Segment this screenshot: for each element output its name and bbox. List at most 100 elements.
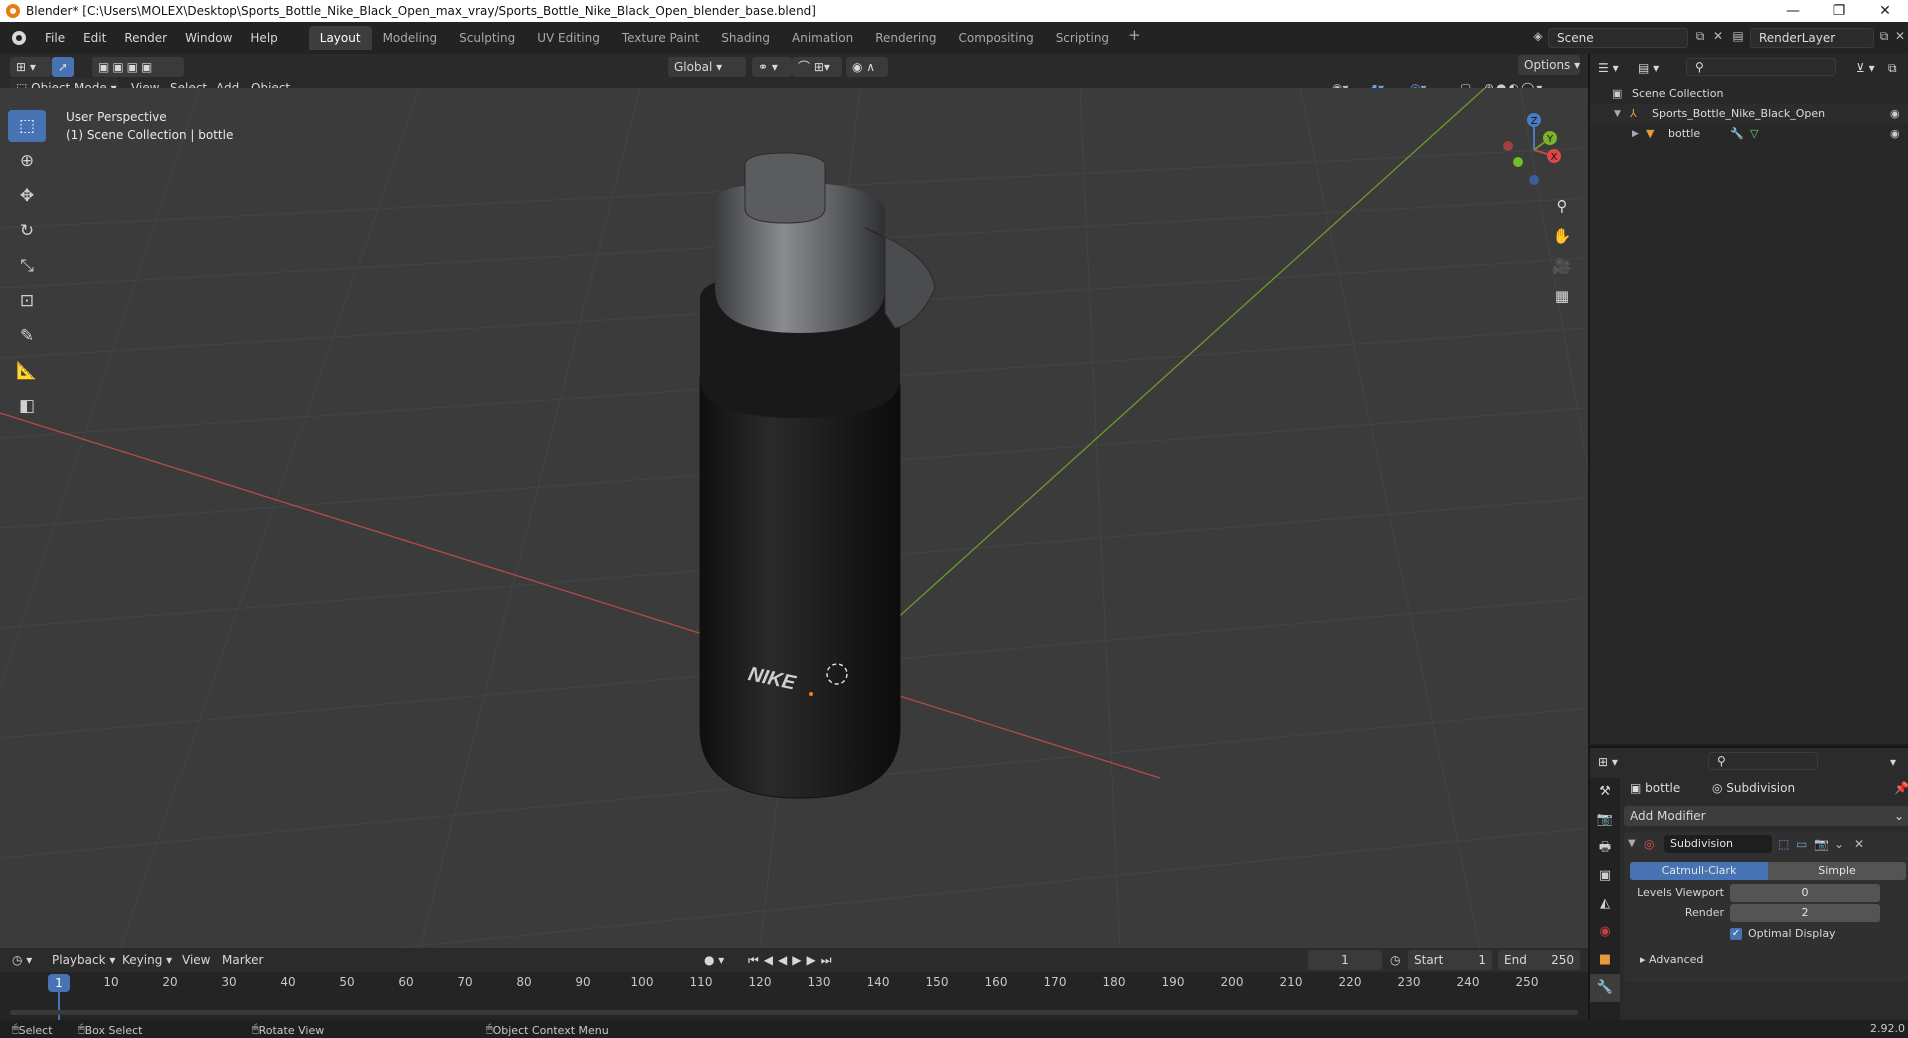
options-dropdown[interactable]: Options ▾	[1518, 55, 1580, 75]
modifier-menu-icon[interactable]: ⌄	[1834, 834, 1844, 854]
transform-orientation-dropdown[interactable]: Global ▾	[668, 57, 746, 77]
restore-button[interactable]: ❐	[1816, 3, 1862, 19]
editor-type-icon[interactable]: ⊞ ▾	[10, 57, 52, 77]
playhead-line[interactable]	[58, 992, 60, 1020]
visibility-eye-icon[interactable]: ◉	[1890, 124, 1900, 144]
outliner-object-row[interactable]: ▶ ▼ bottle 🔧 ▽ ◉	[1590, 124, 1908, 144]
properties-options-icon[interactable]: ▾	[1890, 752, 1896, 772]
menu-file[interactable]: File	[36, 27, 74, 49]
delete-scene-icon[interactable]: ✕	[1710, 28, 1726, 44]
add-workspace-button[interactable]: +	[1120, 26, 1149, 50]
select-box-tool-icon[interactable]: ⬚	[8, 110, 46, 142]
tab-scripting[interactable]: Scripting	[1045, 26, 1120, 50]
outliner-collection-row[interactable]: ▼ ⅄ Sports_Bottle_Nike_Black_Open ◉	[1590, 104, 1908, 124]
new-collection-icon[interactable]: ⧉	[1888, 58, 1897, 78]
navigation-gizmo[interactable]: Z X Y	[1496, 110, 1566, 186]
advanced-subpanel[interactable]: ▸ Advanced	[1640, 950, 1703, 970]
object-tab-icon[interactable]: ■	[1590, 946, 1620, 974]
menu-help[interactable]: Help	[241, 27, 286, 49]
marker-menu[interactable]: Marker	[222, 950, 263, 970]
tab-uv-editing[interactable]: UV Editing	[526, 26, 611, 50]
tab-sculpting[interactable]: Sculpting	[448, 26, 526, 50]
camera-view-icon[interactable]: 🎥	[1548, 252, 1576, 280]
selection-mode-buttons[interactable]: ▣▣▣▣	[92, 57, 184, 77]
view-layer-tab-icon[interactable]: ▣	[1590, 862, 1620, 890]
tool-tab-icon[interactable]: ⚒	[1590, 778, 1620, 806]
outliner-scene-collection[interactable]: ▣ Scene Collection	[1590, 84, 1908, 104]
playback-menu[interactable]: Playback ▾	[52, 950, 115, 970]
minimize-button[interactable]: —	[1770, 3, 1816, 19]
menu-window[interactable]: Window	[176, 27, 241, 49]
tab-animation[interactable]: Animation	[781, 26, 864, 50]
add-modifier-dropdown[interactable]: Add Modifier ⌄	[1624, 806, 1908, 826]
levels-viewport-field[interactable]: 0	[1730, 884, 1880, 902]
move-tool-icon[interactable]: ✥	[8, 180, 46, 212]
panel-collapse-icon[interactable]: ▼	[1628, 834, 1636, 854]
scale-tool-icon[interactable]: ⤡	[8, 250, 46, 282]
blender-menu-icon[interactable]	[12, 31, 26, 45]
timeline-scrollbar[interactable]	[10, 1010, 1578, 1015]
render-tab-icon[interactable]: 📷	[1590, 806, 1620, 834]
render-levels-field[interactable]: 2	[1730, 904, 1880, 922]
snap-icon[interactable]: ⌒ ⊞▾	[792, 57, 842, 77]
delete-render-layer-icon[interactable]: ✕	[1892, 28, 1908, 44]
tab-rendering[interactable]: Rendering	[864, 26, 947, 50]
cursor-tool-icon[interactable]: ⊕	[8, 145, 46, 177]
edit-mode-toggle-icon[interactable]: ⬚	[1778, 834, 1789, 854]
rotate-tool-icon[interactable]: ↻	[8, 215, 46, 247]
annotate-tool-icon[interactable]: ✎	[8, 320, 46, 352]
render-toggle-icon[interactable]: 📷	[1814, 834, 1829, 854]
scene-tab-icon[interactable]: ◭	[1590, 890, 1620, 918]
zoom-view-icon[interactable]: ⚲	[1548, 192, 1576, 220]
add-cube-tool-icon[interactable]: ◧	[8, 390, 46, 422]
new-render-layer-icon[interactable]: ⧉	[1876, 28, 1892, 44]
timeline-editor-type-icon[interactable]: ◷ ▾	[12, 950, 32, 970]
new-scene-icon[interactable]: ⧉	[1692, 28, 1708, 44]
remove-modifier-icon[interactable]: ✕	[1854, 834, 1864, 854]
tab-layout[interactable]: Layout	[308, 26, 372, 50]
playback-controls[interactable]: ⏮◀◀▶▶⏭	[748, 950, 837, 970]
catmull-clark-option[interactable]: Catmull-Clark	[1630, 862, 1768, 880]
pivot-point-icon[interactable]: ⚭ ▾	[752, 57, 792, 77]
keying-menu[interactable]: Keying ▾	[122, 950, 172, 970]
menu-render[interactable]: Render	[115, 27, 176, 49]
tab-shading[interactable]: Shading	[710, 26, 781, 50]
pin-icon[interactable]: 📌	[1894, 778, 1908, 798]
scene-selector[interactable]: Scene	[1548, 28, 1688, 48]
modifier-wrench-icon[interactable]: 🔧	[1730, 124, 1744, 144]
output-tab-icon[interactable]: 🖶	[1590, 834, 1620, 862]
neg-x-handle[interactable]	[1503, 141, 1513, 151]
render-layer-browse-icon[interactable]: ▤	[1730, 28, 1746, 44]
world-tab-icon[interactable]: ◉	[1590, 918, 1620, 946]
auto-keying-icon[interactable]: ● ▾	[704, 950, 724, 970]
proportional-edit-icon[interactable]: ◉ ∧	[846, 57, 888, 77]
expand-arrow-icon[interactable]: ▶	[1632, 124, 1639, 144]
properties-search-input[interactable]: ⚲	[1708, 752, 1818, 770]
outliner-display-mode-icon[interactable]: ▤ ▾	[1638, 58, 1659, 78]
close-window-button[interactable]: ✕	[1862, 3, 1908, 19]
current-frame-field[interactable]: 1	[1308, 950, 1382, 970]
tab-compositing[interactable]: Compositing	[947, 26, 1044, 50]
outliner-filter-icon[interactable]: ⊻ ▾	[1856, 58, 1875, 78]
scene-browse-icon[interactable]: ◈	[1530, 28, 1546, 44]
bottle-model[interactable]: NIKE	[699, 152, 936, 799]
outliner-search-input[interactable]: ⚲	[1686, 58, 1836, 76]
optimal-display-checkbox[interactable]: ✓	[1730, 928, 1742, 940]
tab-texture-paint[interactable]: Texture Paint	[611, 26, 710, 50]
modifier-tab-icon[interactable]: 🔧	[1590, 974, 1620, 1002]
render-layer-selector[interactable]: RenderLayer	[1750, 28, 1874, 48]
preview-range-icon[interactable]: ◷	[1390, 950, 1400, 970]
visibility-eye-icon[interactable]: ◉	[1890, 104, 1900, 124]
playhead-frame-label[interactable]: 1	[48, 974, 70, 992]
start-frame-field[interactable]: Start 1	[1408, 950, 1492, 970]
timeline-view-menu[interactable]: View	[182, 950, 210, 970]
ortho-toggle-icon[interactable]: ▦	[1548, 282, 1576, 310]
select-mode-icon[interactable]: ➚	[52, 57, 74, 77]
outliner-editor-type-icon[interactable]: ☰ ▾	[1598, 58, 1619, 78]
viewport-toggle-icon[interactable]: ▭	[1796, 834, 1807, 854]
3d-viewport[interactable]: NIKE User Perspective (1) Scene Collecti…	[0, 88, 1588, 948]
simple-option[interactable]: Simple	[1768, 862, 1906, 880]
neg-z-handle[interactable]	[1529, 175, 1539, 185]
menu-edit[interactable]: Edit	[74, 27, 115, 49]
neg-y-handle[interactable]	[1513, 157, 1523, 167]
